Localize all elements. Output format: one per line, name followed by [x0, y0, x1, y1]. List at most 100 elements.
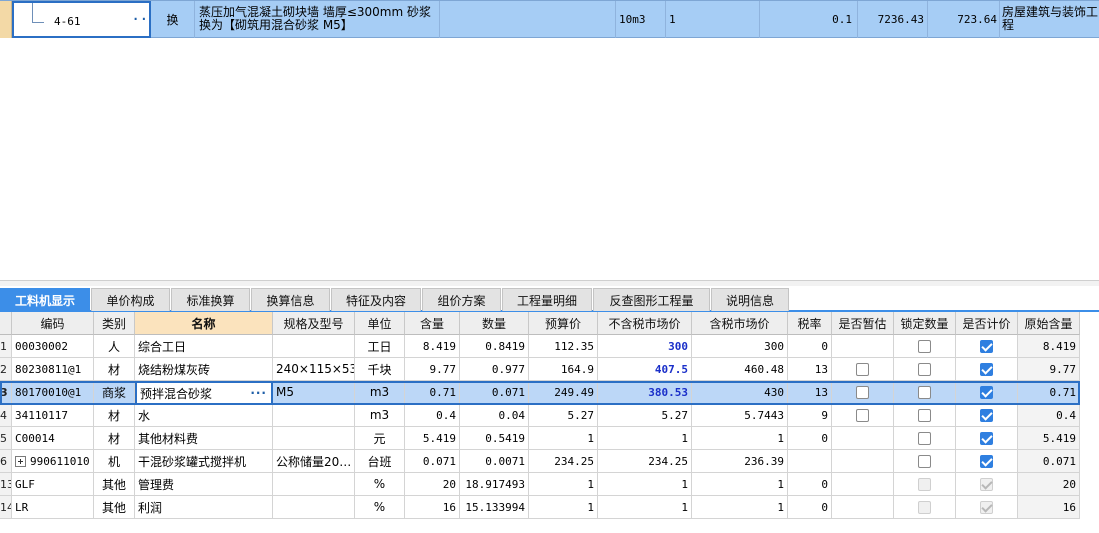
cell-budget[interactable]: 1 [529, 496, 598, 519]
cell-unit[interactable]: % [355, 496, 405, 519]
cell-tax[interactable]: 0 [788, 473, 832, 496]
cell-orig[interactable]: 9.77 [1018, 358, 1080, 381]
cell-unit[interactable]: 台班 [355, 450, 405, 473]
is-priced-checkbox-cell[interactable] [956, 358, 1018, 381]
cell-market-ex[interactable]: 1 [598, 496, 692, 519]
tab-pricing-scheme[interactable]: 组价方案 [422, 288, 501, 311]
cell-code[interactable]: 80170010@1 [12, 381, 94, 404]
cell-spec[interactable]: 公称储量20… [273, 450, 355, 473]
tab-unit-price-composition[interactable]: 单价构成 [91, 288, 170, 311]
is-priced-checkbox-cell[interactable] [956, 427, 1018, 450]
quota-name-cell[interactable]: 蒸压加气混凝土砌块墙 墙厚≤300mm 砂浆 换为【砌筑用混合砂浆 M5】 [195, 1, 440, 38]
provisional-checkbox-cell[interactable] [832, 496, 894, 519]
cell-budget[interactable]: 164.9 [529, 358, 598, 381]
tab-features-content[interactable]: 特征及内容 [331, 288, 421, 311]
cell-budget[interactable]: 112.35 [529, 335, 598, 358]
cell-unit[interactable]: 千块 [355, 358, 405, 381]
cell-orig[interactable]: 20 [1018, 473, 1080, 496]
table-row[interactable]: 4 34110117 材 水 m3 0.4 0.04 5.27 5.27 5.7443 9 0.4 [0, 404, 1080, 427]
cell-category[interactable]: 其他 [94, 496, 135, 519]
cell-code[interactable]: LR [12, 496, 94, 519]
header-quantity[interactable]: 数量 [460, 312, 529, 335]
lock-quantity-checkbox-cell[interactable] [894, 496, 956, 519]
panel-splitter[interactable] [0, 280, 1099, 286]
is-priced-checkbox-cell[interactable] [956, 473, 1018, 496]
provisional-checkbox-cell[interactable] [832, 473, 894, 496]
cell-unit[interactable]: % [355, 473, 405, 496]
cell-budget[interactable]: 1 [529, 473, 598, 496]
cell-code[interactable]: 00030002 [12, 335, 94, 358]
cell-category[interactable]: 材 [94, 404, 135, 427]
expand-icon[interactable] [15, 455, 26, 467]
cell-content[interactable]: 20 [405, 473, 460, 496]
cell-code[interactable]: 80230811@1 [12, 358, 94, 381]
lock-quantity-checkbox-cell[interactable] [894, 427, 956, 450]
cell-spec[interactable] [273, 496, 355, 519]
lock-quantity-checkbox-cell[interactable] [894, 358, 956, 381]
provisional-checkbox[interactable] [856, 385, 869, 399]
header-content[interactable]: 含量 [405, 312, 460, 335]
cell-name[interactable]: 管理费 [135, 473, 273, 496]
cell-orig[interactable]: 0.4 [1018, 404, 1080, 427]
cell-market-inc[interactable]: 236.39 [692, 450, 788, 473]
cell-spec[interactable] [273, 473, 355, 496]
provisional-checkbox[interactable] [856, 362, 869, 376]
lock-quantity-checkbox[interactable] [918, 454, 931, 468]
header-name[interactable]: 名称 [135, 312, 273, 335]
cell-spec[interactable]: 240×115×53 [273, 358, 355, 381]
table-row[interactable]: 13 GLF 其他管理费% 20 18.917493 1 1 1 0 20 [0, 473, 1080, 496]
cell-category[interactable]: 人 [94, 335, 135, 358]
lock-quantity-checkbox-cell[interactable] [894, 335, 956, 358]
cell-name[interactable]: 综合工日 [135, 335, 273, 358]
provisional-checkbox-cell[interactable] [832, 450, 894, 473]
cell-category[interactable]: 材 [94, 358, 135, 381]
is-priced-checkbox[interactable] [980, 431, 993, 445]
lock-quantity-checkbox[interactable] [918, 431, 931, 445]
cell-content[interactable]: 16 [405, 496, 460, 519]
table-row[interactable]: 1 00030002 人 综合工日 工日 8.419 0.8419 112.35 300 300 0… [0, 335, 1080, 358]
table-row[interactable]: 2 80230811@1 材 烧结粉煤灰砖 240×115×53 千块 9.77 0.977 1… [0, 358, 1080, 381]
table-row[interactable]: 6 990611010 机 干混砂浆罐式搅拌机 公称储量20… 台班 0.071 0.0071… [0, 450, 1080, 473]
header-spec[interactable]: 规格及型号 [273, 312, 355, 335]
tab-quantity-details[interactable]: 工程量明细 [502, 288, 592, 311]
cell-content[interactable]: 0.71 [405, 381, 460, 404]
cell-budget[interactable]: 1 [529, 427, 598, 450]
header-lock-quantity[interactable]: 锁定数量 [894, 312, 956, 335]
cell-spec[interactable] [273, 335, 355, 358]
cell-category[interactable]: 材 [94, 427, 135, 450]
cell-market-ex[interactable]: 407.5 [598, 358, 692, 381]
tab-standard-conversion[interactable]: 标准换算 [171, 288, 250, 311]
cell-market-ex[interactable]: 1 [598, 427, 692, 450]
is-priced-checkbox-cell[interactable] [956, 450, 1018, 473]
ellipsis-icon[interactable]: ··· [132, 12, 149, 26]
header-is-provisional[interactable]: 是否暂估 [832, 312, 894, 335]
cell-content[interactable]: 0.4 [405, 404, 460, 427]
lock-quantity-checkbox[interactable] [918, 339, 931, 353]
cell-quantity[interactable]: 15.133994 [460, 496, 529, 519]
cell-quantity[interactable]: 0.0071 [460, 450, 529, 473]
lock-quantity-checkbox-cell[interactable] [894, 381, 956, 404]
header-tax-rate[interactable]: 税率 [788, 312, 832, 335]
cell-tax[interactable]: 0 [788, 427, 832, 450]
cell-quantity[interactable]: 0.071 [460, 381, 529, 404]
cell-spec[interactable] [273, 427, 355, 450]
cell-spec[interactable]: M5 [273, 381, 355, 404]
cell-category[interactable]: 其他 [94, 473, 135, 496]
header-is-priced[interactable]: 是否计价 [956, 312, 1018, 335]
cell-market-ex[interactable]: 300 [598, 335, 692, 358]
is-priced-checkbox-cell[interactable] [956, 404, 1018, 427]
lock-quantity-checkbox[interactable] [918, 408, 931, 422]
cell-orig[interactable]: 0.71 [1018, 381, 1080, 404]
cell-code[interactable]: 990611010 [12, 450, 94, 473]
cell-category[interactable]: 机 [94, 450, 135, 473]
cell-market-inc[interactable]: 300 [692, 335, 788, 358]
header-category[interactable]: 类别 [94, 312, 135, 335]
cell-code[interactable]: 34110117 [12, 404, 94, 427]
cell-orig[interactable]: 0.071 [1018, 450, 1080, 473]
provisional-checkbox-cell[interactable] [832, 381, 894, 404]
header-budget-price[interactable]: 预算价 [529, 312, 598, 335]
header-code[interactable]: 编码 [12, 312, 94, 335]
lock-quantity-checkbox-cell[interactable] [894, 404, 956, 427]
cell-budget[interactable]: 249.49 [529, 381, 598, 404]
quota-quantity[interactable]: 1 [666, 1, 760, 38]
